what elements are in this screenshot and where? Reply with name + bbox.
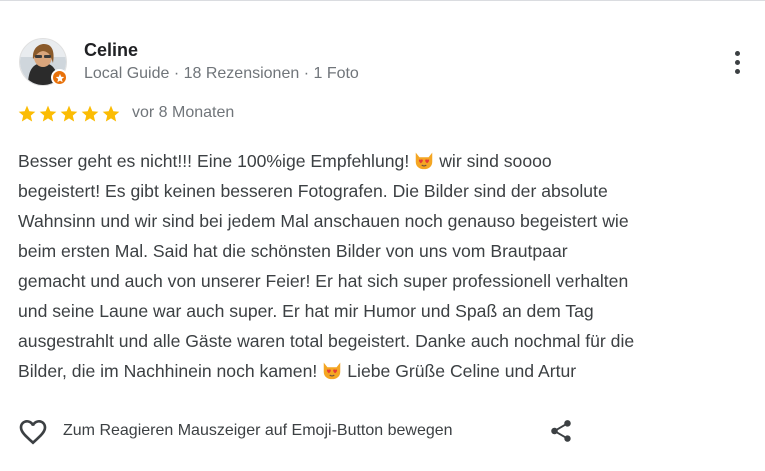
review-text-line: Bilder, die im Nachhinein noch kamen! Lie… [18, 356, 758, 386]
review-text-segment: ausgestrahlt und alle Gäste waren total … [18, 331, 635, 351]
more-options-button[interactable] [722, 44, 752, 80]
review-text-segment: begeistert! Es gibt keinen besseren Foto… [18, 181, 608, 201]
review-text: Besser geht es nicht!!! Eine 100%ige Emp… [18, 146, 758, 386]
author-avatar[interactable] [19, 38, 68, 86]
review-text-segment: Bilder, die im Nachhinein noch kamen! [18, 361, 318, 381]
react-hint-text: Zum Reagieren Mauszeiger auf Emoji-Butto… [63, 422, 453, 439]
review-actions: Zum Reagieren Mauszeiger auf Emoji-Butto… [17, 415, 757, 449]
review-text-segment: gemacht und auch von unserer Feier! Er h… [18, 271, 629, 291]
heart-eyes-cat-emoji [321, 359, 343, 390]
share-icon [551, 420, 571, 442]
review-date: vor 8 Monaten [132, 104, 235, 121]
more-vert-icon-dot [734, 59, 740, 65]
heart-outline-icon [19, 420, 47, 445]
star-icon [102, 105, 120, 122]
star-icon [39, 105, 57, 122]
react-button[interactable] [17, 416, 49, 453]
review-text-segment: und seine Laune war auch super. Er hat m… [18, 301, 594, 321]
review-text-line: gemacht und auch von unserer Feier! Er h… [18, 266, 758, 296]
review-card: Celine Local Guide · 18 Rezensionen · 1 … [0, 0, 765, 471]
more-vert-icon [734, 50, 740, 56]
star-icon [18, 105, 36, 122]
review-text-line: ausgestrahlt und alle Gäste waren total … [18, 326, 758, 356]
review-text-line: Wahnsinn und wir sind bei jedem Mal ansc… [18, 206, 758, 236]
author-meta: Local Guide · 18 Rezensionen · 1 Foto [84, 65, 359, 82]
author-name[interactable]: Celine [84, 40, 138, 61]
more-vert-icon-dot [734, 68, 740, 74]
review-text-segment: beim ersten Mal. Said hat die schönsten … [18, 241, 568, 261]
review-text-segment: Wahnsinn und wir sind bei jedem Mal ansc… [18, 211, 629, 231]
local-guide-badge-icon [51, 69, 68, 86]
star-rating [17, 104, 121, 124]
star-icon [60, 105, 78, 122]
review-text-line: beim ersten Mal. Said hat die schönsten … [18, 236, 758, 266]
review-text-line: Besser geht es nicht!!! Eine 100%ige Emp… [18, 146, 758, 176]
review-text-line: und seine Laune war auch super. Er hat m… [18, 296, 758, 326]
review-text-segment: Besser geht es nicht!!! Eine 100%ige Emp… [18, 151, 410, 171]
review-text-segment: wir sind soooo [439, 151, 552, 171]
review-text-line: begeistert! Es gibt keinen besseren Foto… [18, 176, 758, 206]
review-text-segment: Liebe Grüße Celine und Artur [347, 361, 577, 381]
share-button[interactable] [548, 418, 574, 449]
star-icon [81, 105, 99, 122]
